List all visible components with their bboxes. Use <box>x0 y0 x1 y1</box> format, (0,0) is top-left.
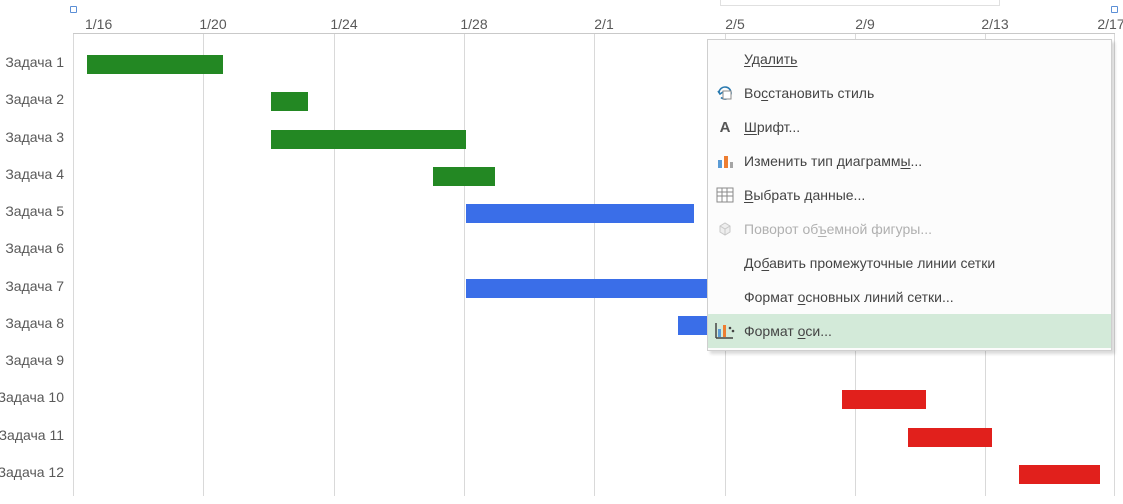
menu-change-chart-type[interactable]: Изменить тип диаграммы... <box>708 144 1111 178</box>
gridline <box>203 34 204 496</box>
table-icon <box>714 184 736 206</box>
task-label: Задача 6 <box>5 240 64 256</box>
task-label: Задача 5 <box>5 203 64 219</box>
bar-task10[interactable] <box>842 390 926 409</box>
menu-delete[interactable]: Удалить <box>708 42 1111 76</box>
task-label: Задача 7 <box>5 278 64 294</box>
gridline <box>594 34 595 496</box>
menu-label: Поворот объемной фигуры... <box>744 221 932 237</box>
axis-icon <box>714 320 736 342</box>
tooltip-remnant <box>720 0 1000 6</box>
bar-task1[interactable] <box>87 55 223 74</box>
x-tick: 2/13 <box>981 16 1008 32</box>
gridline <box>73 34 74 496</box>
menu-label: Шрифт... <box>744 119 800 135</box>
bar-task3[interactable] <box>271 130 466 149</box>
menu-format-major-gridlines[interactable]: Формат основных линий сетки... <box>708 280 1111 314</box>
bar-task12[interactable] <box>1019 465 1100 484</box>
x-tick: 2/5 <box>725 16 744 32</box>
reset-icon <box>714 82 736 104</box>
bar-task2[interactable] <box>271 92 308 111</box>
gridline <box>464 34 465 496</box>
task-label: Задача 2 <box>5 91 64 107</box>
gridline <box>334 34 335 496</box>
axis-selection-handle[interactable] <box>1111 6 1118 13</box>
bar-chart-icon <box>714 150 736 172</box>
x-tick: 1/16 <box>85 16 112 32</box>
menu-label: Изменить тип диаграммы... <box>744 153 922 169</box>
task-label: Задача 4 <box>5 166 64 182</box>
menu-reset-style[interactable]: Восстановить стиль <box>708 76 1111 110</box>
menu-select-data[interactable]: Выбрать данные... <box>708 178 1111 212</box>
task-label: Задача 11 <box>0 427 64 443</box>
task-label: Задача 3 <box>5 129 64 145</box>
menu-label: Добавить промежуточные линии сетки <box>744 255 995 271</box>
x-tick: 1/28 <box>460 16 487 32</box>
menu-label: Формат оси... <box>744 323 832 339</box>
x-tick: 1/20 <box>199 16 226 32</box>
menu-label: Восстановить стиль <box>744 85 874 101</box>
font-icon: A <box>714 116 736 138</box>
x-tick: 2/1 <box>594 16 613 32</box>
bar-task8[interactable] <box>678 316 707 335</box>
task-label: Задача 9 <box>5 352 64 368</box>
task-label: Задача 1 <box>5 54 64 70</box>
cube-icon <box>714 218 736 240</box>
task-label: Задача 12 <box>0 464 64 480</box>
bar-task11[interactable] <box>908 428 992 447</box>
task-label: Задача 10 <box>0 389 64 405</box>
x-tick: 2/9 <box>855 16 874 32</box>
y-axis[interactable]: Задача 1 Задача 2 Задача 3 Задача 4 Зада… <box>0 33 73 496</box>
menu-label: Удалить <box>744 51 797 67</box>
menu-font[interactable]: A Шрифт... <box>708 110 1111 144</box>
gridline <box>1114 34 1115 496</box>
menu-3d-rotation: Поворот объемной фигуры... <box>708 212 1111 246</box>
x-axis[interactable]: 1/16 1/20 1/24 1/28 2/1 2/5 2/9 2/13 2/1… <box>73 16 1115 32</box>
bar-task4[interactable] <box>433 167 495 186</box>
x-tick: 2/17 <box>1097 16 1123 32</box>
menu-label: Выбрать данные... <box>744 187 865 203</box>
menu-add-minor-gridlines[interactable]: Добавить промежуточные линии сетки <box>708 246 1111 280</box>
context-menu: Удалить Восстановить стиль A Шрифт... Из… <box>707 39 1112 351</box>
x-tick: 1/24 <box>330 16 357 32</box>
menu-format-axis[interactable]: Формат оси... <box>708 314 1111 348</box>
axis-selection-handle[interactable] <box>70 6 77 13</box>
menu-label: Формат основных линий сетки... <box>744 289 954 305</box>
task-label: Задача 8 <box>5 315 64 331</box>
bar-task5[interactable] <box>466 204 694 223</box>
